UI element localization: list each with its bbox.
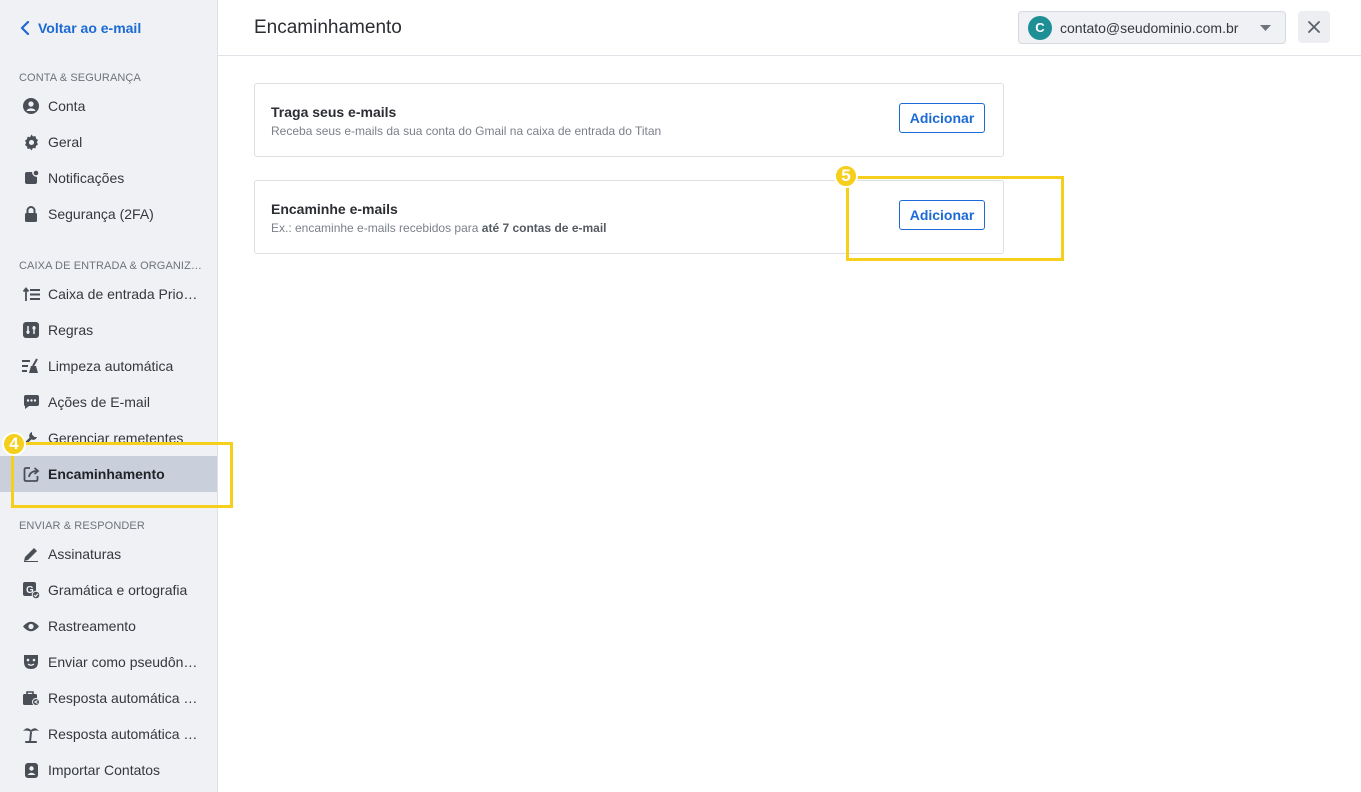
section-header-account: CONTA & SEGURANÇA: [19, 72, 141, 84]
sidebar-item-label: Rastreamento: [48, 618, 136, 634]
sidebar-item-label: Geral: [48, 134, 83, 150]
section-header-send: ENVIAR & RESPONDER: [19, 520, 145, 532]
palm-tree-icon: [22, 725, 40, 743]
sidebar-item-resposta-trabalho[interactable]: Resposta automática (trabalho): [0, 680, 217, 716]
rules-icon: [22, 321, 40, 339]
settings-sidebar: Voltar ao e-mail CONTA & SEGURANÇA Conta…: [0, 0, 218, 792]
sidebar-item-label: Caixa de entrada Prioritária: [48, 286, 200, 302]
card-description-text: Ex.: encaminhe e-mails recebidos para: [271, 221, 482, 235]
sidebar-item-label: Segurança (2FA): [48, 206, 154, 222]
step-5-badge: 5: [834, 164, 858, 188]
close-icon: [1308, 21, 1320, 33]
sidebar-item-resposta-ferias[interactable]: Resposta automática (férias): [0, 716, 217, 752]
sidebar-item-conta[interactable]: Conta: [0, 88, 217, 124]
sidebar-item-label: Notificações: [48, 170, 125, 186]
card-bring-emails: Traga seus e-mails Receba seus e-mails d…: [254, 83, 1004, 157]
eye-icon: [22, 617, 40, 635]
gear-icon: [22, 133, 40, 151]
sidebar-item-label: Resposta automática (trabalho): [48, 690, 200, 706]
sidebar-item-acoes[interactable]: Ações de E-mail: [0, 384, 217, 420]
sidebar-item-label: Limpeza automática: [48, 358, 174, 374]
sidebar-item-pseudonimo[interactable]: Enviar como pseudônimo: [0, 644, 217, 680]
card-title: Encaminhe e-mails: [271, 201, 398, 217]
avatar: C: [1028, 15, 1052, 40]
chevron-down-icon: [1260, 25, 1271, 31]
sidebar-item-regras[interactable]: Regras: [0, 312, 217, 348]
back-to-email-link[interactable]: Voltar ao e-mail: [20, 18, 141, 38]
sidebar-item-label: Resposta automática (férias): [48, 726, 200, 742]
pen-icon: [22, 545, 40, 563]
sidebar-item-label: Assinaturas: [48, 546, 122, 562]
account-email: contato@seudominio.com.br: [1060, 19, 1239, 36]
section-header-inbox: CAIXA DE ENTRADA & ORGANIZAÇÃO: [19, 260, 209, 272]
account-selector[interactable]: C contato@seudominio.com.br: [1018, 11, 1286, 44]
briefcase-icon: [22, 689, 40, 707]
close-button[interactable]: [1298, 11, 1330, 43]
contacts-icon: [22, 761, 40, 779]
sidebar-item-label: Gramática e ortografia: [48, 582, 188, 598]
card-description: Receba seus e-mails da sua conta do Gmai…: [271, 124, 662, 138]
mask-icon: [22, 653, 40, 671]
card-title: Traga seus e-mails: [271, 104, 397, 120]
sidebar-item-label: Regras: [48, 322, 94, 338]
priority-inbox-icon: [22, 285, 40, 303]
sidebar-item-notificacoes[interactable]: Notificações: [0, 160, 217, 196]
step-4-highlight: [11, 442, 233, 508]
sidebar-item-caixa-prioritaria[interactable]: Caixa de entrada Prioritária: [0, 276, 217, 312]
sidebar-item-label: Conta: [48, 98, 86, 114]
sidebar-item-rastreamento[interactable]: Rastreamento: [0, 608, 217, 644]
sidebar-item-label: Enviar como pseudônimo: [48, 654, 200, 670]
step-4-badge: 4: [2, 432, 26, 456]
broom-icon: [22, 357, 40, 375]
sidebar-item-label: Importar Contatos: [48, 762, 161, 778]
sidebar-item-importar[interactable]: Importar Contatos: [0, 752, 217, 788]
account-icon: [22, 97, 40, 115]
step-5-highlight: [846, 176, 1064, 261]
sidebar-item-limpeza[interactable]: Limpeza automática: [0, 348, 217, 384]
card-description: Ex.: encaminhe e-mails recebidos para at…: [271, 221, 607, 235]
add-import-button[interactable]: Adicionar: [899, 103, 985, 133]
email-actions-icon: [22, 393, 40, 411]
notification-icon: [22, 169, 40, 187]
page-title: Encaminhamento: [254, 17, 402, 38]
card-description-bold: até 7 contas de e-mail: [481, 221, 607, 235]
sidebar-item-assinaturas[interactable]: Assinaturas: [0, 536, 217, 572]
sidebar-item-label: Ações de E-mail: [48, 394, 150, 410]
back-link-label: Voltar ao e-mail: [38, 20, 142, 36]
grammar-icon: G: [22, 581, 40, 599]
chevron-left-icon: [20, 21, 30, 35]
sidebar-item-seguranca[interactable]: Segurança (2FA): [0, 196, 217, 232]
lock-icon: [22, 205, 40, 223]
sidebar-item-geral[interactable]: Geral: [0, 124, 217, 160]
page-header: Encaminhamento C contato@seudominio.com.…: [218, 0, 1361, 56]
sidebar-item-gramatica[interactable]: G Gramática e ortografia: [0, 572, 217, 608]
